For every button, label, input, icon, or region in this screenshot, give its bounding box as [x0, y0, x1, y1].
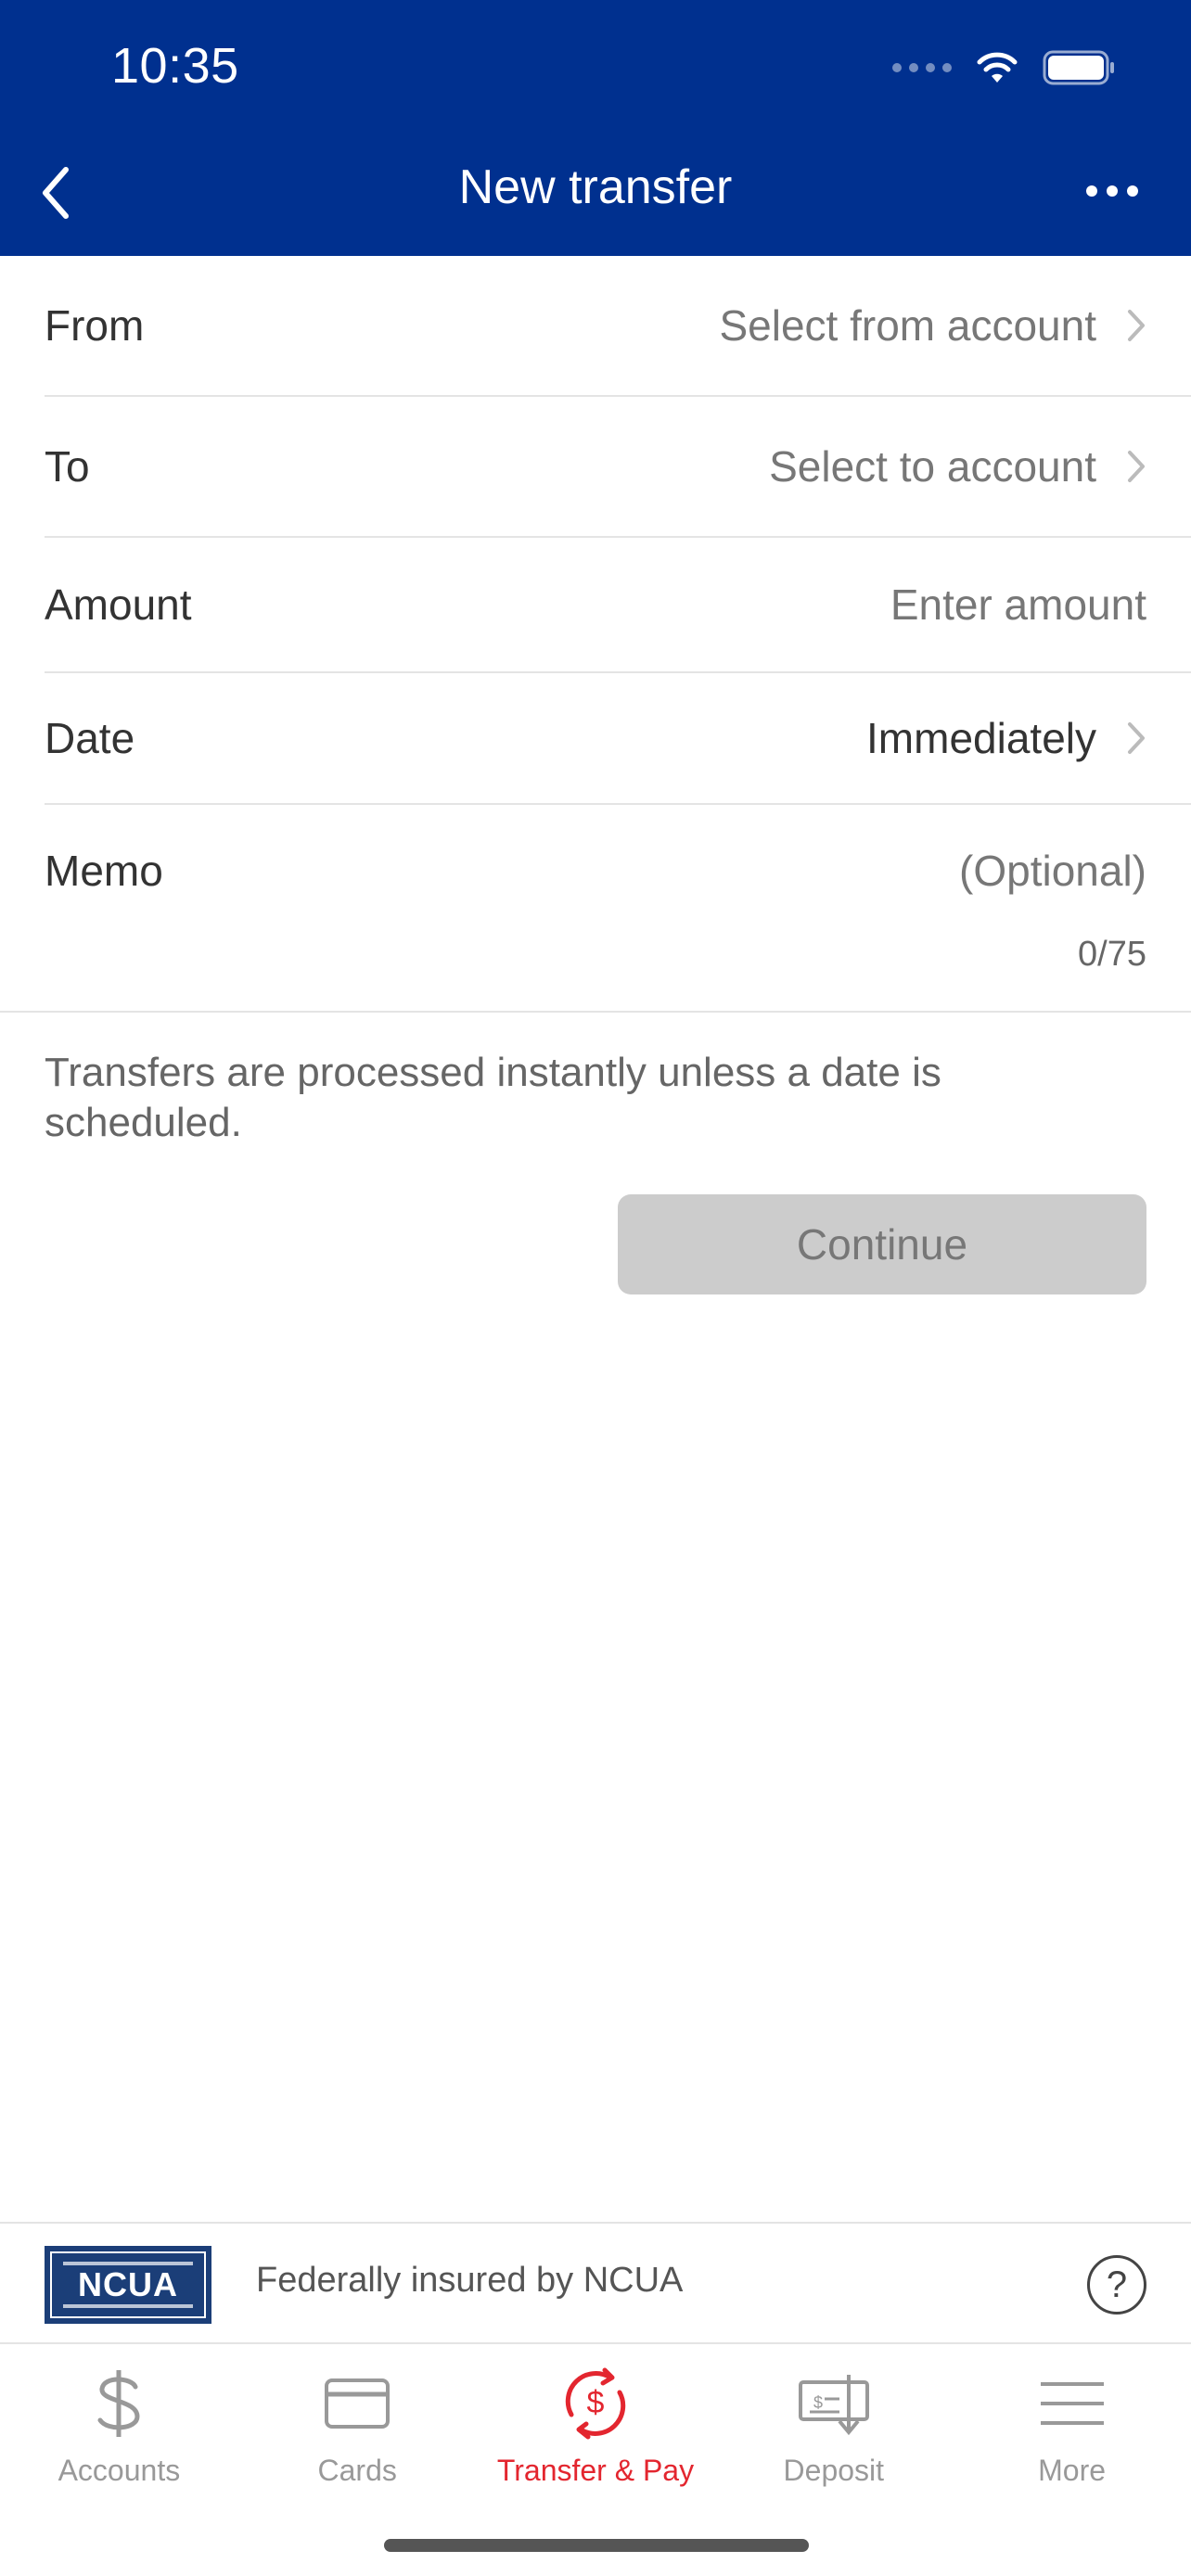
tab-label: Transfer & Pay: [496, 2454, 695, 2487]
transfer-pay-icon: $: [565, 2367, 626, 2440]
to-account-row[interactable]: To Select to account: [45, 397, 1191, 538]
memo-row[interactable]: Memo (Optional) 0/75: [0, 805, 1191, 1013]
cellular-signal-icon: [892, 63, 952, 72]
wifi-icon: [977, 52, 1018, 83]
insurance-text: Federally insured by NCUA: [256, 2261, 684, 2300]
date-label: Date: [45, 714, 135, 762]
tab-deposit[interactable]: $ Deposit: [714, 2344, 953, 2520]
tab-more[interactable]: More: [953, 2344, 1191, 2520]
to-account-value: Select to account: [769, 442, 1096, 491]
page-title: New transfer: [458, 160, 733, 214]
date-row[interactable]: Date Immediately: [45, 673, 1191, 805]
ncua-logo: NCUA: [45, 2246, 211, 2324]
tab-label: Cards: [317, 2454, 397, 2487]
amount-input[interactable]: Enter amount: [192, 580, 1146, 630]
home-indicator: [384, 2539, 809, 2552]
from-account-row[interactable]: From Select from account: [45, 256, 1191, 397]
tab-cards[interactable]: Cards: [238, 2344, 477, 2520]
deposit-check-icon: $: [798, 2375, 869, 2436]
memo-character-counter: 0/75: [1078, 935, 1146, 974]
date-value: Immediately: [866, 714, 1096, 762]
status-icons: [892, 45, 1117, 91]
tab-transfer-pay[interactable]: $ Transfer & Pay: [477, 2344, 715, 2520]
continue-button[interactable]: Continue: [618, 1194, 1146, 1294]
card-icon: [325, 2378, 391, 2429]
tab-bar: Accounts Cards $ Transfer & Pay $ Deposi…: [0, 2344, 1191, 2520]
status-time: 10:35: [111, 38, 239, 94]
chevron-right-icon: [1128, 451, 1145, 482]
help-button[interactable]: ?: [1087, 2255, 1146, 2315]
from-account-value: Select from account: [719, 301, 1096, 350]
dollar-icon: [97, 2370, 140, 2437]
ncua-logo-text: NCUA: [78, 2265, 178, 2303]
memo-input[interactable]: (Optional): [959, 846, 1146, 896]
tab-label: Accounts: [58, 2454, 181, 2487]
from-label: From: [45, 301, 145, 350]
amount-row[interactable]: Amount Enter amount: [45, 538, 1191, 673]
battery-icon: [1043, 50, 1114, 85]
to-label: To: [45, 442, 90, 491]
insurance-footer: NCUA Federally insured by NCUA ?: [0, 2222, 1191, 2344]
menu-icon: [1040, 2382, 1104, 2425]
tab-label: Deposit: [783, 2454, 885, 2487]
transfer-info-text: Transfers are processed instantly unless…: [45, 1050, 941, 1145]
question-icon: ?: [1106, 2264, 1128, 2305]
svg-text:$: $: [587, 2385, 605, 2420]
amount-label: Amount: [45, 580, 192, 629]
chevron-right-icon: [1128, 310, 1145, 341]
more-options-button[interactable]: [1070, 163, 1154, 219]
tab-label: More: [1038, 2454, 1107, 2487]
chevron-right-icon: [1128, 722, 1145, 754]
header-bar: 10:35 New transfer: [0, 0, 1191, 256]
tab-accounts[interactable]: Accounts: [0, 2344, 238, 2520]
memo-label: Memo: [45, 847, 163, 895]
svg-text:$: $: [813, 2393, 823, 2412]
more-dots-icon: [1086, 185, 1097, 197]
